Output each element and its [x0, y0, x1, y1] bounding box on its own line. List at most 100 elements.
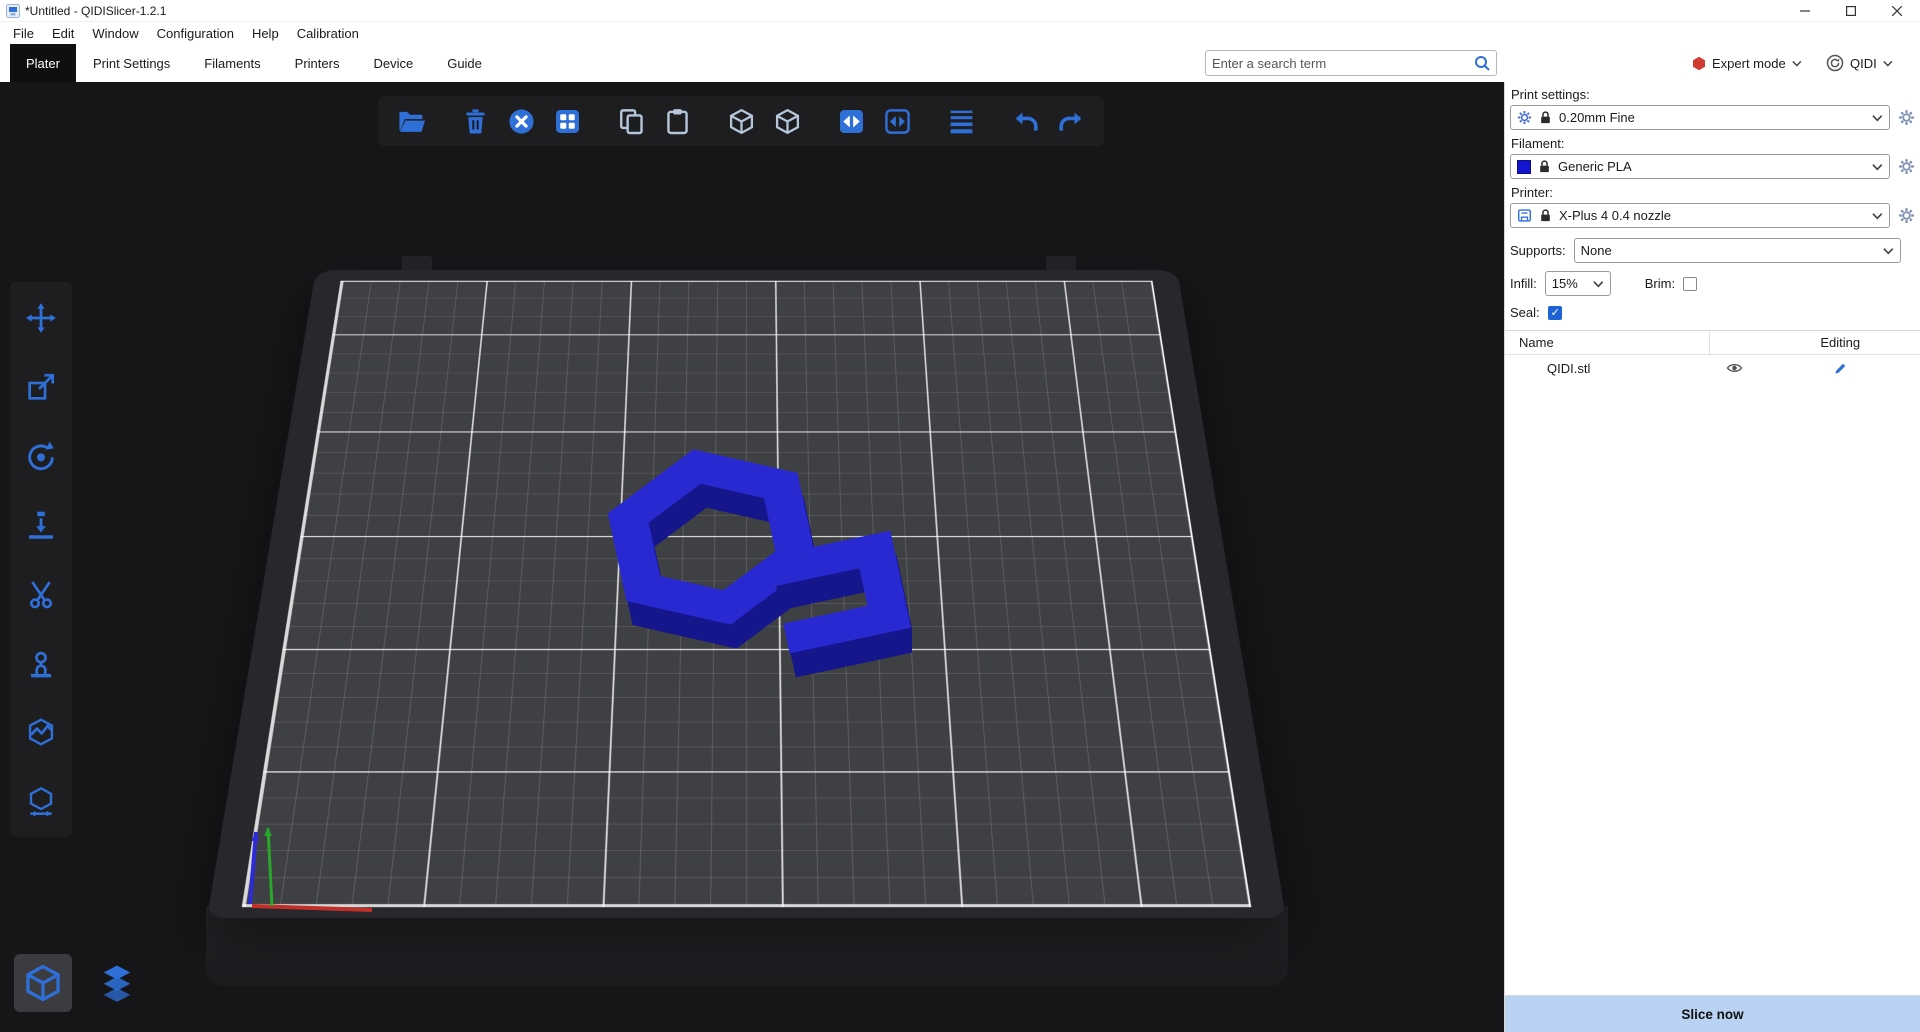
delete-all-button[interactable]	[502, 102, 540, 140]
printer-select[interactable]: X-Plus 4 0.4 nozzle	[1510, 203, 1890, 228]
qidi-account-selector[interactable]: QIDI	[1826, 44, 1893, 82]
variable-layer-height-button[interactable]	[942, 102, 980, 140]
move-icon	[25, 302, 57, 334]
chevron-down-icon	[1883, 246, 1894, 256]
chevron-down-icon	[1593, 279, 1604, 289]
chevron-down-icon	[1883, 59, 1893, 68]
search-box	[1205, 50, 1497, 76]
chevron-down-icon	[1872, 211, 1883, 221]
split-parts-button[interactable]	[878, 102, 916, 140]
search-input[interactable]	[1212, 56, 1474, 71]
redo-icon	[1057, 107, 1086, 136]
printer-label: Printer:	[1511, 185, 1914, 200]
z-axis	[250, 832, 256, 904]
tab-plater[interactable]: Plater	[10, 44, 76, 82]
undo-button[interactable]	[1006, 102, 1044, 140]
lock-icon	[1538, 208, 1553, 223]
filament-value: Generic PLA	[1558, 159, 1866, 174]
qidislicer-window: *Untitled - QIDISlicer-1.2.1 File Edit W…	[0, 0, 1920, 1032]
tab-bar: Plater Print Settings Filaments Printers…	[0, 44, 1920, 82]
menu-file[interactable]: File	[4, 26, 43, 41]
measure-tool-button[interactable]	[19, 710, 63, 754]
settings-sidebar: Print settings: 0.20mm Fine Filament: Ge…	[1504, 82, 1920, 1032]
tab-guide[interactable]: Guide	[430, 44, 499, 82]
remove-instance-button[interactable]	[768, 102, 806, 140]
slice-now-button[interactable]: Slice now	[1505, 996, 1920, 1032]
printer-gear-button[interactable]	[1898, 207, 1915, 224]
open-file-button[interactable]	[392, 102, 430, 140]
object-list-header: Name Editing	[1505, 331, 1920, 355]
profile-gear-icon	[1517, 110, 1532, 125]
measure-icon	[25, 716, 57, 748]
move-tool-button[interactable]	[19, 296, 63, 340]
minimize-button[interactable]	[1782, 0, 1828, 22]
infill-label: Infill:	[1510, 276, 1537, 291]
filament-color-swatch	[1517, 160, 1531, 174]
tab-filaments[interactable]: Filaments	[187, 44, 277, 82]
paste-button[interactable]	[658, 102, 696, 140]
close-button[interactable]	[1874, 0, 1920, 22]
rotate-tool-button[interactable]	[19, 434, 63, 478]
visibility-eye-icon[interactable]	[1726, 361, 1743, 375]
object-editing-icon[interactable]	[1833, 361, 1848, 376]
open-folder-icon	[397, 107, 426, 136]
editor-view-button[interactable]	[14, 954, 72, 1012]
delete-button[interactable]	[456, 102, 494, 140]
filament-gear-button[interactable]	[1898, 158, 1915, 175]
arrange-button[interactable]	[548, 102, 586, 140]
menu-calibration[interactable]: Calibration	[288, 26, 368, 41]
copy-button[interactable]	[612, 102, 650, 140]
scale-tool-button[interactable]	[19, 365, 63, 409]
place-on-face-tool-button[interactable]	[19, 503, 63, 547]
menu-help[interactable]: Help	[243, 26, 288, 41]
seal-label: Seal:	[1510, 305, 1540, 320]
seal-checkbox[interactable]	[1548, 306, 1562, 320]
undo-icon	[1011, 107, 1040, 136]
mirror-tool-button[interactable]	[19, 779, 63, 823]
printer-icon	[1517, 208, 1532, 223]
print-settings-label: Print settings:	[1511, 87, 1914, 102]
minimize-icon	[1800, 6, 1810, 16]
brim-checkbox[interactable]	[1683, 277, 1697, 291]
maximize-button[interactable]	[1828, 0, 1874, 22]
add-instance-button[interactable]	[722, 102, 760, 140]
tab-printers[interactable]: Printers	[278, 44, 357, 82]
add-instance-icon	[727, 107, 756, 136]
tab-print-settings[interactable]: Print Settings	[76, 44, 187, 82]
qidi-account-label: QIDI	[1850, 56, 1877, 71]
print-settings-value: 0.20mm Fine	[1559, 110, 1866, 125]
brim-label: Brim:	[1645, 276, 1675, 291]
supports-select[interactable]: None	[1574, 238, 1901, 263]
layer-height-icon	[947, 107, 976, 136]
expert-mode-icon	[1692, 56, 1706, 71]
3d-viewport[interactable]	[0, 82, 1504, 1032]
3d-editor-icon	[22, 962, 64, 1004]
column-header-name: Name	[1505, 335, 1709, 350]
place-on-face-icon	[25, 509, 57, 541]
coordinate-axes	[232, 814, 392, 919]
print-settings-select[interactable]: 0.20mm Fine	[1510, 105, 1890, 130]
preview-view-button[interactable]	[88, 954, 146, 1012]
bed-rear-clip	[402, 256, 432, 270]
filament-select[interactable]: Generic PLA	[1510, 154, 1890, 179]
infill-select[interactable]: 15%	[1545, 271, 1611, 296]
model-qidi-stl[interactable]	[592, 422, 912, 682]
split-objects-button[interactable]	[832, 102, 870, 140]
object-list-row[interactable]: QIDI.stl	[1505, 355, 1920, 381]
menu-edit[interactable]: Edit	[43, 26, 83, 41]
search-icon[interactable]	[1474, 55, 1490, 71]
remove-instance-icon	[773, 107, 802, 136]
filament-label: Filament:	[1511, 136, 1914, 151]
expert-mode-selector[interactable]: Expert mode	[1692, 44, 1802, 82]
menu-bar: File Edit Window Configuration Help Cali…	[0, 22, 1920, 44]
lock-icon	[1537, 159, 1552, 174]
tab-device[interactable]: Device	[356, 44, 430, 82]
seam-painting-tool-button[interactable]	[19, 641, 63, 685]
menu-window[interactable]: Window	[83, 26, 147, 41]
print-settings-gear-button[interactable]	[1898, 109, 1915, 126]
sliced-preview-icon	[96, 962, 138, 1004]
menu-configuration[interactable]: Configuration	[148, 26, 243, 41]
redo-button[interactable]	[1052, 102, 1090, 140]
cut-tool-button[interactable]	[19, 572, 63, 616]
chevron-down-icon	[1872, 113, 1883, 123]
